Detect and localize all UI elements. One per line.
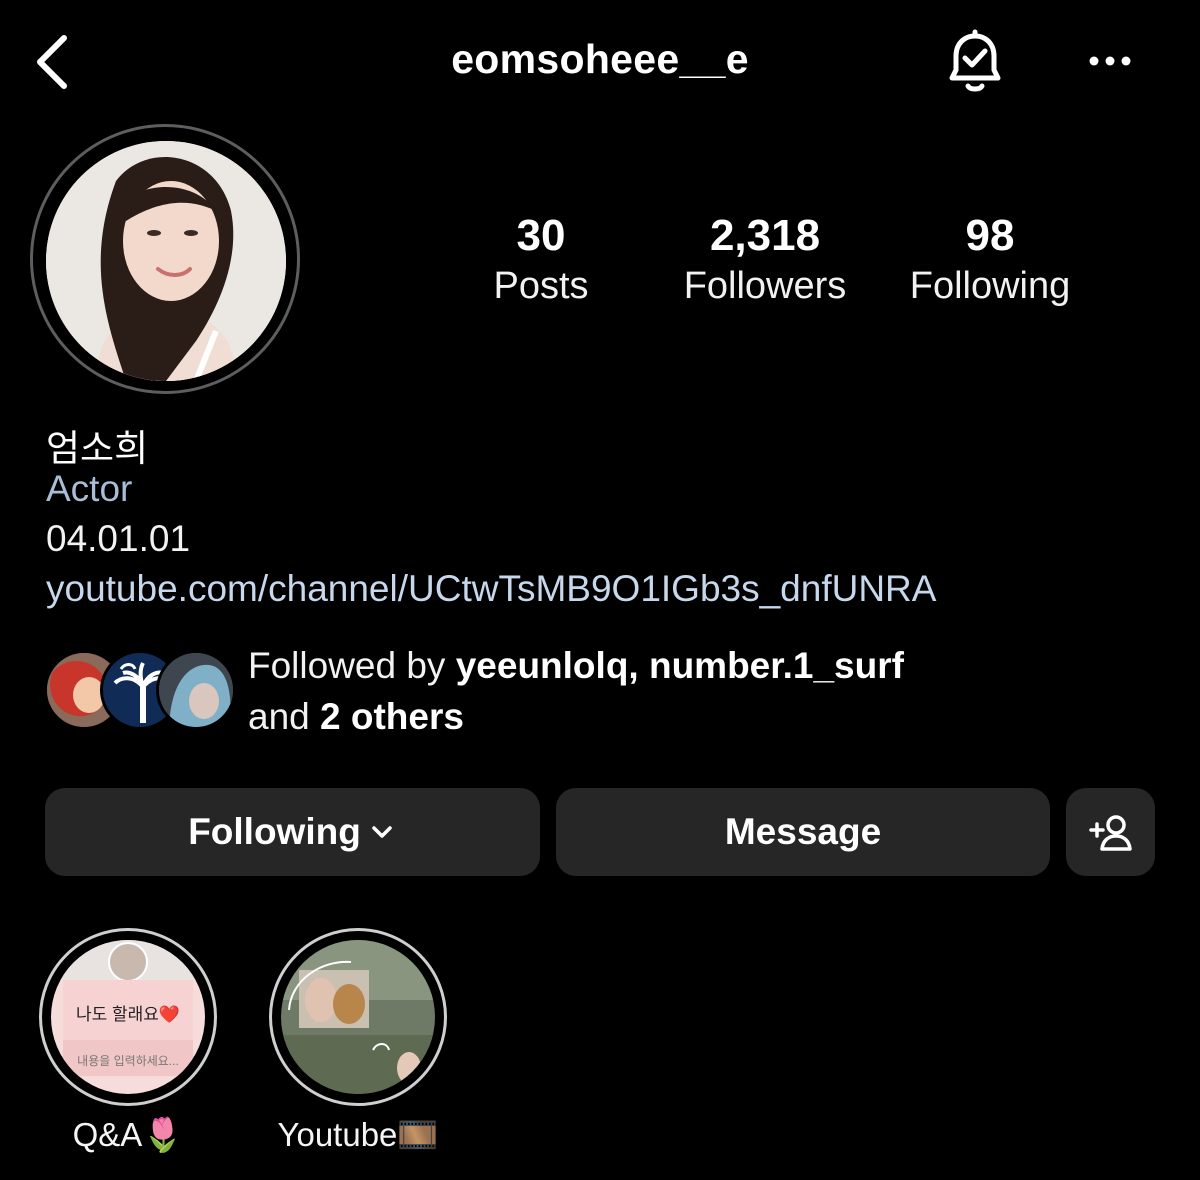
stat-following[interactable]: 98 Following — [896, 210, 1084, 310]
highlight-qa[interactable]: 나도 할래요❤️ 내용을 입력하세요... — [51, 940, 205, 1094]
bio-display-name: 엄소희 — [46, 428, 149, 469]
stat-posts-value: 30 — [516, 211, 566, 260]
highlight-qa-card-title: 나도 할래요❤️ — [75, 1005, 181, 1024]
stat-posts[interactable]: 30 Posts — [470, 210, 612, 310]
message-button-label: Message — [724, 811, 882, 852]
followed-by-and: and — [248, 696, 321, 737]
following-button-label: Following — [188, 811, 361, 852]
more-options-button[interactable] — [1082, 38, 1142, 84]
bio-link[interactable]: youtube.com/channel/UCtwTsMB9O1IGb3s_dnf… — [46, 568, 936, 610]
bell-check-icon — [949, 29, 1001, 92]
suggested-users-button[interactable] — [1066, 788, 1155, 876]
followed-by-others: 2 others — [320, 696, 464, 737]
stat-posts-label: Posts — [493, 265, 589, 307]
stat-following-value: 98 — [965, 211, 1015, 260]
stat-following-label: Following — [909, 265, 1071, 307]
bio-text: 04.01.01 — [46, 518, 191, 559]
highlight-qa-card-sub: 내용을 입력하세요... — [77, 1054, 179, 1068]
profile-avatar[interactable] — [46, 141, 286, 381]
following-button[interactable]: Following — [45, 788, 540, 876]
stat-followers-label: Followers — [683, 265, 847, 307]
highlight-youtube-label[interactable]: Youtube🎞️ — [264, 1116, 452, 1155]
followed-by-prefix: Followed by — [248, 645, 456, 686]
chevron-down-icon — [372, 826, 392, 838]
profile-username: eomsoheee__e — [451, 36, 749, 82]
more-horizontal-icon — [1089, 56, 1131, 66]
mutual-followers-avatars[interactable] — [44, 650, 236, 734]
add-user-icon — [1088, 815, 1132, 851]
bio-category: Actor — [46, 468, 133, 509]
followed-by-users: yeeunlolq, number.1_surf — [455, 645, 904, 686]
mutual-avatar — [156, 650, 236, 730]
highlight-youtube[interactable] — [281, 940, 435, 1094]
notifications-button[interactable] — [940, 26, 1010, 98]
stat-followers-value: 2,318 — [709, 211, 821, 260]
followed-by-text[interactable]: Followed by yeeunlolq, number.1_surf and… — [248, 640, 904, 742]
highlight-qa-label[interactable]: Q&A🌷 — [39, 1116, 217, 1155]
stat-followers[interactable]: 2,318 Followers — [670, 210, 860, 310]
message-button[interactable]: Message — [556, 788, 1050, 876]
